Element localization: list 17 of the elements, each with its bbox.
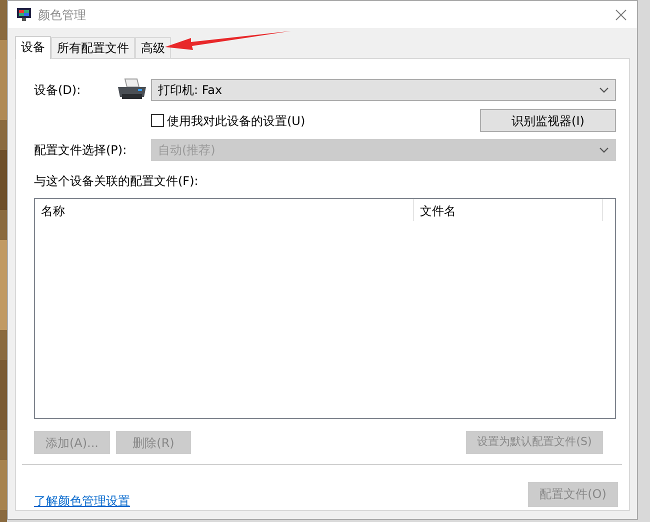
field-label: 配置文件选择(P): <box>34 142 128 159</box>
caret-icon <box>599 87 609 93</box>
tab[interactable]: 设备 <box>15 36 51 59</box>
tab[interactable]: 高级 <box>135 37 171 58</box>
help-link[interactable]: 了解颜色管理设置 <box>34 492 130 510</box>
section-label: 与这个设备关联的配置文件(F): <box>34 173 200 190</box>
caret-icon <box>599 147 609 153</box>
tab[interactable]: 所有配置文件 <box>51 37 135 58</box>
window-title: 颜色管理 <box>38 6 86 24</box>
column-header[interactable]: 名称 <box>35 199 414 221</box>
close-button[interactable] <box>613 8 629 21</box>
checkbox[interactable]: 使用我对此设备的设置(U) <box>151 112 306 130</box>
device-dropdown[interactable]: 打印机: Fax <box>151 79 616 101</box>
column-header[interactable]: 文件名 <box>414 199 603 221</box>
identify-button[interactable]: 识别监视器(I) <box>480 109 616 132</box>
monitor-icon <box>16 7 32 22</box>
field-label: 设备(D): <box>34 82 82 99</box>
